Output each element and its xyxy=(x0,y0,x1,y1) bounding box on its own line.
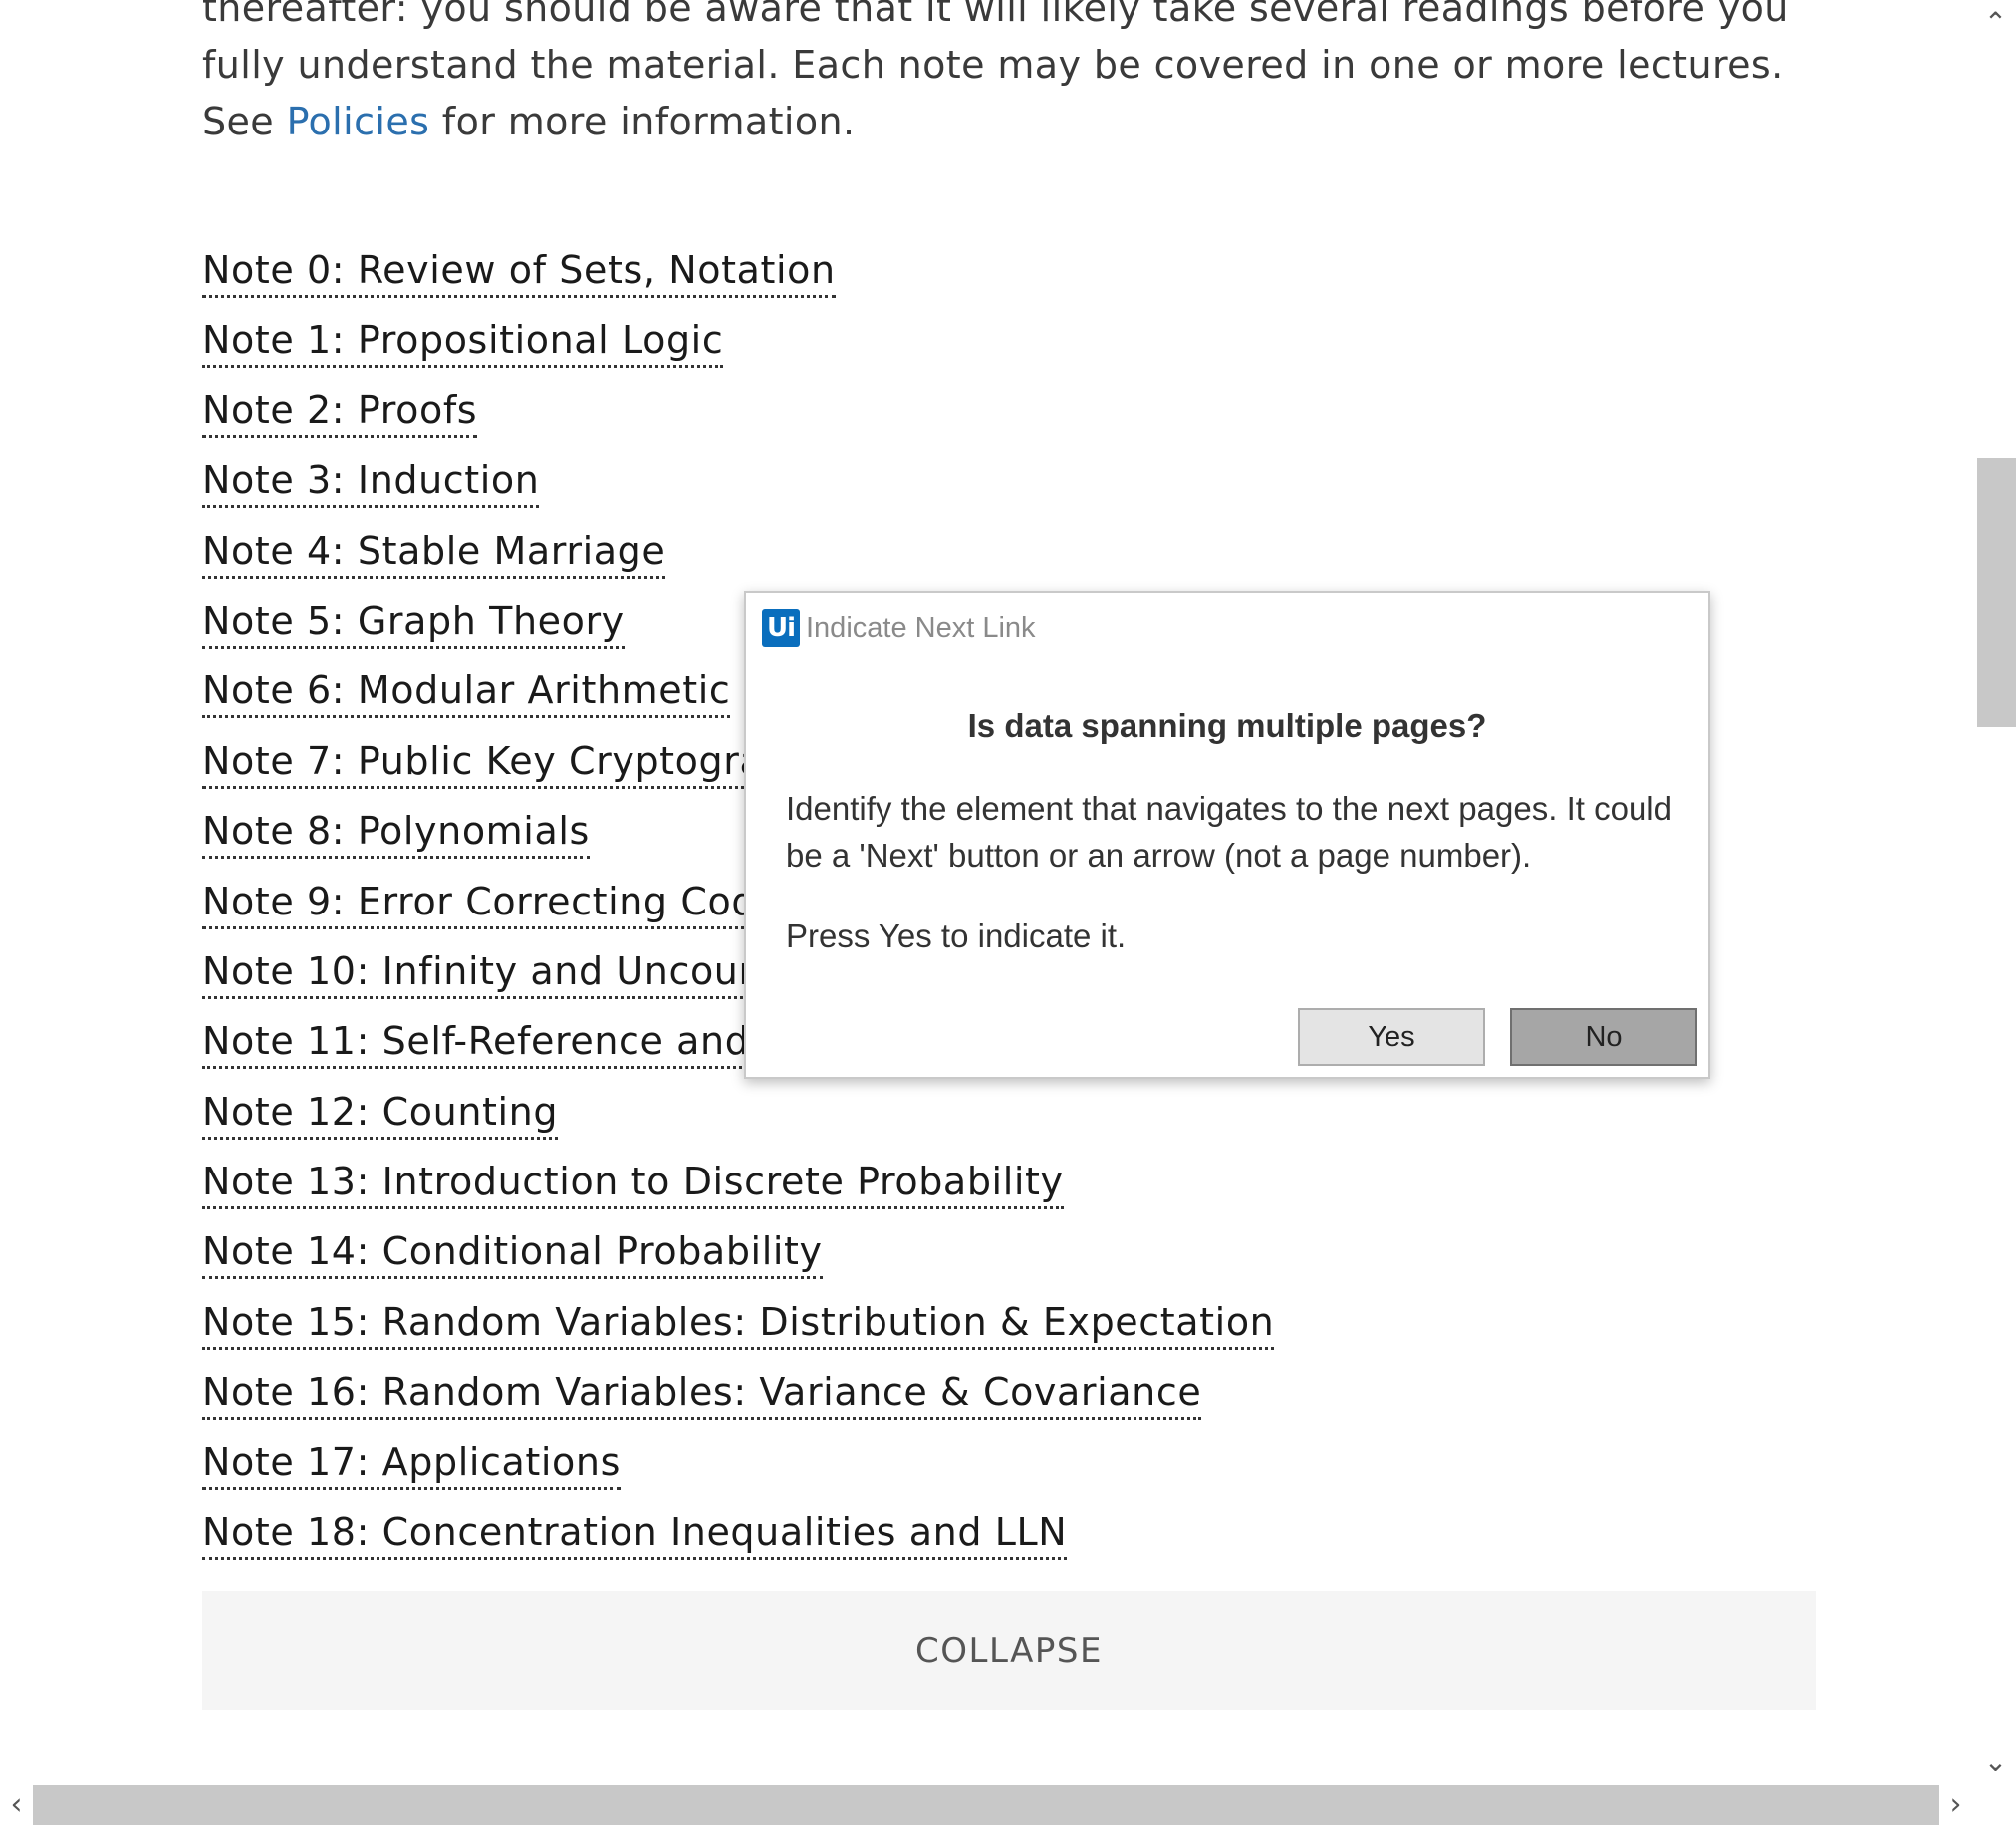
horizontal-scrollbar[interactable]: ‹ › xyxy=(0,1783,1975,1825)
list-item: Note 12: Counting xyxy=(202,1087,1274,1157)
scroll-left-arrow-icon[interactable]: ‹ xyxy=(0,1783,33,1825)
dialog-titlebar[interactable]: Ui Indicate Next Link xyxy=(746,593,1708,662)
note-3-link[interactable]: Note 3: Induction xyxy=(202,455,540,509)
list-item: Note 14: Conditional Probability xyxy=(202,1226,1274,1296)
note-8-link[interactable]: Note 8: Polynomials xyxy=(202,806,590,860)
dialog-heading: Is data spanning multiple pages? xyxy=(967,707,1487,744)
note-12-link[interactable]: Note 12: Counting xyxy=(202,1087,559,1140)
note-7-link[interactable]: Note 7: Public Key Cryptography xyxy=(202,736,836,789)
intro-line-1: thereafter: you should be aware that it … xyxy=(202,0,1789,30)
note-14-link[interactable]: Note 14: Conditional Probability xyxy=(202,1226,823,1280)
uipath-logo-icon: Ui xyxy=(762,609,800,647)
indicate-next-link-dialog: Ui Indicate Next Link Is data spanning m… xyxy=(744,591,1710,1079)
list-item: Note 2: Proofs xyxy=(202,386,1274,455)
dialog-instructions: Identify the element that navigates to t… xyxy=(786,790,1672,874)
scrollbar-corner xyxy=(1975,1783,2016,1825)
list-item: Note 17: Applications xyxy=(202,1437,1274,1507)
horizontal-scrollbar-thumb[interactable] xyxy=(33,1785,1939,1825)
list-item: Note 16: Random Variables: Variance & Co… xyxy=(202,1367,1274,1436)
note-1-link[interactable]: Note 1: Propositional Logic xyxy=(202,315,724,369)
note-5-link[interactable]: Note 5: Graph Theory xyxy=(202,596,625,649)
intro-paragraph: thereafter: you should be aware that it … xyxy=(202,0,1816,150)
vertical-scrollbar-thumb[interactable] xyxy=(1977,458,2016,727)
list-item: Note 4: Stable Marriage xyxy=(202,526,1274,596)
yes-button[interactable]: Yes xyxy=(1298,1008,1485,1066)
note-0-link[interactable]: Note 0: Review of Sets, Notation xyxy=(202,245,836,298)
dialog-body: Identify the element that navigates to t… xyxy=(786,785,1672,993)
note-17-link[interactable]: Note 17: Applications xyxy=(202,1437,621,1490)
note-4-link[interactable]: Note 4: Stable Marriage xyxy=(202,526,666,579)
intro-line-3-after: for more information. xyxy=(429,100,856,143)
list-item: Note 18: Concentration Inequalities and … xyxy=(202,1507,1274,1577)
policies-link[interactable]: Policies xyxy=(287,100,430,143)
note-9-link[interactable]: Note 9: Error Correcting Codes xyxy=(202,877,801,929)
intro-line-3: See Policies for more information. xyxy=(202,94,1816,150)
list-item: Note 13: Introduction to Discrete Probab… xyxy=(202,1157,1274,1226)
vertical-scrollbar[interactable]: ⌃ ⌄ xyxy=(1975,0,2016,1783)
note-16-link[interactable]: Note 16: Random Variables: Variance & Co… xyxy=(202,1367,1202,1421)
dialog-prompt: Press Yes to indicate it. xyxy=(786,917,1127,954)
note-18-link[interactable]: Note 18: Concentration Inequalities and … xyxy=(202,1507,1068,1561)
dialog-title: Indicate Next Link xyxy=(806,611,1036,644)
scroll-right-arrow-icon[interactable]: › xyxy=(1939,1783,1972,1825)
note-15-link[interactable]: Note 15: Random Variables: Distribution … xyxy=(202,1297,1275,1350)
list-item: Note 3: Induction xyxy=(202,455,1274,525)
note-2-link[interactable]: Note 2: Proofs xyxy=(202,386,478,438)
intro-line-2: fully understand the material. Each note… xyxy=(202,43,1784,87)
list-item: Note 1: Propositional Logic xyxy=(202,315,1274,385)
collapse-button[interactable]: COLLAPSE xyxy=(202,1591,1816,1710)
note-6-link[interactable]: Note 6: Modular Arithmetic xyxy=(202,665,731,719)
intro-line-3-before: See xyxy=(202,100,287,143)
no-button[interactable]: No xyxy=(1510,1008,1697,1066)
list-item: Note 15: Random Variables: Distribution … xyxy=(202,1297,1275,1367)
note-13-link[interactable]: Note 13: Introduction to Discrete Probab… xyxy=(202,1157,1064,1210)
scroll-down-arrow-icon[interactable]: ⌄ xyxy=(1975,1741,2016,1781)
scroll-up-arrow-icon[interactable]: ⌃ xyxy=(1975,2,2016,42)
list-item: Note 0: Review of Sets, Notation xyxy=(202,245,1274,315)
browser-page: thereafter: you should be aware that it … xyxy=(0,0,2016,1825)
